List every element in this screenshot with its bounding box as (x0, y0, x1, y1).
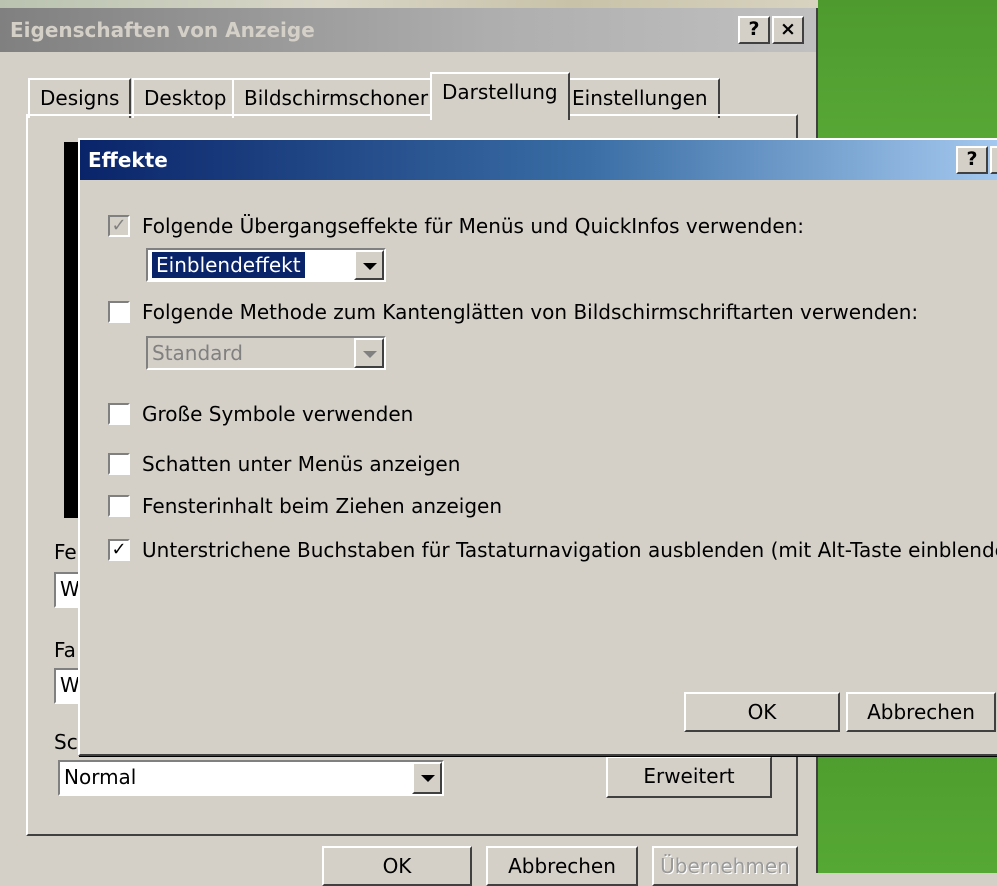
effects-dialog: Effekte ? × ✓ Folgende Übergangseffekte … (78, 138, 997, 756)
close-button[interactable]: × (772, 16, 804, 44)
checkbox[interactable] (108, 403, 130, 425)
close-button[interactable]: × (990, 146, 997, 174)
checkbox[interactable]: ✓ (108, 215, 130, 237)
option-label: Folgende Übergangseffekte für Menüs und … (142, 214, 805, 238)
checkbox[interactable] (108, 495, 130, 517)
transition-effect-select[interactable]: Einblendeffekt (146, 248, 386, 282)
tab-bildschirmschoner[interactable]: Bildschirmschoner (232, 78, 441, 118)
label-sc: Sc (54, 730, 78, 754)
option-label: Große Symbole verwenden (142, 402, 414, 426)
window-title: Eigenschaften von Anzeige (10, 18, 315, 42)
effects-titlebar[interactable]: Effekte ? × (80, 140, 997, 180)
tab-designs[interactable]: Designs (28, 78, 132, 118)
font-size-select[interactable]: Normal (58, 760, 444, 796)
tab-einstellungen[interactable]: Einstellungen (560, 78, 720, 118)
tab-desktop[interactable]: Desktop (132, 78, 239, 118)
font-size-value: Normal (64, 765, 137, 789)
chevron-down-icon[interactable] (354, 338, 384, 368)
help-button[interactable]: ? (956, 146, 988, 174)
option-label: Fensterinhalt beim Ziehen anzeigen (142, 494, 503, 518)
apply-button[interactable]: Übernehmen (652, 846, 798, 886)
chevron-down-icon[interactable] (354, 250, 384, 280)
label-fe: Fe (54, 540, 77, 564)
label-fa: Fa (54, 638, 76, 662)
ok-button[interactable]: OK (684, 692, 840, 732)
transition-effect-value: Einblendeffekt (152, 252, 305, 278)
option-label: Schatten unter Menüs anzeigen (142, 452, 461, 476)
chevron-down-icon[interactable] (412, 762, 442, 794)
ok-button[interactable]: OK (322, 846, 472, 886)
option-label: Folgende Methode zum Kantenglätten von B… (142, 300, 919, 324)
checkbox[interactable]: ✓ (108, 539, 130, 561)
tab-darstellung[interactable]: Darstellung (430, 72, 570, 120)
effects-title: Effekte (88, 148, 168, 172)
checkbox[interactable] (108, 453, 130, 475)
checkbox[interactable] (108, 301, 130, 323)
cancel-button[interactable]: Abbrechen (846, 692, 996, 732)
advanced-button[interactable]: Erweitert (606, 756, 772, 798)
option-label: Unterstrichene Buchstaben für Tastaturna… (142, 538, 997, 562)
help-button[interactable]: ? (738, 16, 770, 44)
smoothing-method-value: Standard (152, 341, 243, 365)
cancel-button[interactable]: Abbrechen (486, 846, 638, 886)
display-properties-titlebar[interactable]: Eigenschaften von Anzeige ? × (0, 8, 816, 52)
smoothing-method-select[interactable]: Standard (146, 336, 386, 370)
